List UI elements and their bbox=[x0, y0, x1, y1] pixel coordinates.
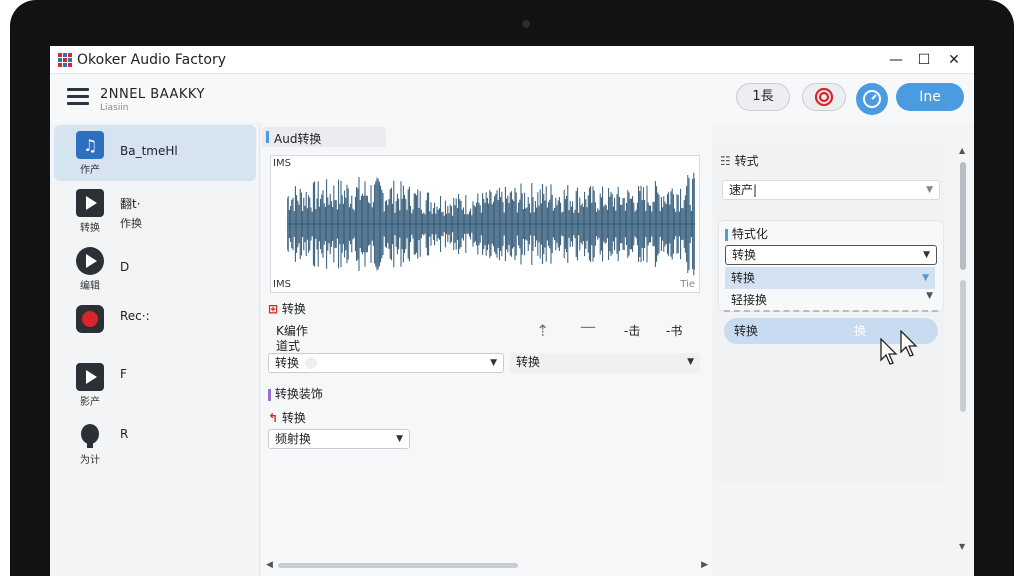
format-dropdown-2[interactable]: 转换 ▼ bbox=[510, 353, 700, 373]
sidebar-item-label: R bbox=[120, 427, 129, 441]
sidebar-item-sub: 转换 bbox=[80, 223, 100, 234]
format-option-3[interactable]: 轻接换 bbox=[731, 291, 767, 308]
format-select[interactable]: 速产| ▼ bbox=[722, 180, 940, 200]
close-button[interactable]: ✕ bbox=[940, 50, 968, 70]
section-header-output: ↰ 转换 bbox=[268, 411, 306, 425]
card-title: 特式化 bbox=[725, 225, 768, 242]
waveform bbox=[287, 172, 695, 276]
gauge-icon bbox=[863, 90, 881, 108]
sidebar-item-sub: 影产 bbox=[80, 397, 100, 408]
section-header-effects: 转换装饰 bbox=[268, 385, 323, 402]
sidebar-item-sub: 作产 bbox=[80, 165, 100, 176]
microphone-icon bbox=[76, 421, 104, 449]
horizontal-scrollbar[interactable]: ◀ ▶ bbox=[262, 558, 712, 572]
sidebar-item-label: D bbox=[120, 260, 130, 274]
sidebar-item-edit[interactable]: 编辑 D bbox=[54, 241, 256, 297]
mouse-cursor-icon bbox=[880, 338, 898, 365]
sidebar-item-file[interactable]: 影产 F bbox=[54, 357, 256, 413]
scroll-thumb[interactable] bbox=[278, 563, 518, 568]
settings-button[interactable] bbox=[856, 83, 888, 115]
sidebar-item-label: Ba_tmeHl bbox=[120, 144, 178, 158]
section-marker bbox=[268, 388, 271, 401]
record-toggle-button[interactable] bbox=[802, 83, 846, 111]
minus-icon[interactable]: — bbox=[580, 317, 596, 336]
svg-text:♫: ♫ bbox=[83, 136, 97, 155]
arrow-icon: ↰ bbox=[268, 411, 279, 425]
maximize-button[interactable]: ☐ bbox=[910, 50, 938, 70]
divider bbox=[724, 310, 938, 314]
sidebar-item-sub: 为计 bbox=[80, 455, 100, 466]
toggle-dot bbox=[305, 357, 317, 369]
upload-icon[interactable]: ⇡ bbox=[536, 321, 549, 340]
music-note-icon: ♫ bbox=[76, 131, 104, 159]
chevron-down-icon: ▼ bbox=[922, 273, 929, 283]
toolbar: 2NNEL BAAKKY Liasiin 1長 Ine bbox=[50, 75, 974, 123]
mouse-cursor-icon bbox=[900, 330, 918, 357]
format-dropdown-1[interactable]: 转换 ▼ bbox=[268, 353, 504, 373]
record-icon bbox=[76, 305, 104, 333]
scroll-right-icon[interactable]: ▶ bbox=[701, 560, 708, 570]
sidebar-item-label-2: 作换 bbox=[120, 217, 142, 230]
format-option-select[interactable]: 转换 ▼ bbox=[725, 245, 937, 265]
scroll-left-icon[interactable]: ◀ bbox=[266, 560, 273, 570]
webcam bbox=[522, 20, 530, 28]
format-label-2: 道式 bbox=[276, 339, 301, 353]
format-option-highlighted[interactable]: 转换 ▼ bbox=[725, 267, 935, 289]
title-bar: Okoker Audio Factory — ☐ ✕ bbox=[50, 46, 974, 74]
sidebar-item-label: F bbox=[120, 367, 127, 381]
output-dropdown[interactable]: 频射换 ▼ bbox=[268, 429, 410, 449]
main-panel: Aud转换 IMS IMS Tie ⊞ 转换 K编作 道式 ⇡ — -击 -书 … bbox=[262, 123, 712, 576]
convert-button-right-label: 换 bbox=[854, 324, 867, 338]
play-icon bbox=[76, 247, 104, 275]
toolbar-button-1[interactable]: 1長 bbox=[736, 83, 790, 111]
sidebar-item-voice[interactable]: 为计 R bbox=[54, 415, 256, 471]
scroll-down-icon[interactable]: ▼ bbox=[959, 542, 965, 551]
scroll-thumb-2[interactable] bbox=[960, 280, 966, 412]
format-options-card: 特式化 转换 ▼ 转换 ▼ 轻接换 ▼ bbox=[718, 220, 944, 312]
waveform-panel[interactable]: IMS IMS Tie bbox=[270, 155, 700, 293]
menu-icon[interactable] bbox=[67, 88, 89, 106]
sidebar-item-label: Rec·: bbox=[120, 309, 150, 323]
sidebar-item-record[interactable]: Rec·: bbox=[54, 299, 256, 355]
vertical-scrollbar[interactable]: ▲ ▼ bbox=[956, 146, 970, 551]
list-icon: ☷ bbox=[720, 154, 731, 168]
project-subtitle: Liasiin bbox=[100, 103, 129, 113]
sidebar: ♫ 作产 Ba_tmeHl 转换 翻t· 作换 编辑 D Rec·: 影产 F … bbox=[50, 123, 260, 576]
minimize-button[interactable]: — bbox=[882, 50, 910, 70]
tool-label-1[interactable]: -击 bbox=[624, 322, 640, 339]
tab-audio-convert[interactable]: Aud转换 bbox=[262, 127, 386, 147]
record-icon bbox=[814, 87, 834, 107]
sidebar-item-music[interactable]: ♫ 作产 Ba_tmeHl bbox=[54, 125, 256, 181]
app-window: Okoker Audio Factory — ☐ ✕ 2NNEL BAAKKY … bbox=[50, 46, 974, 576]
app-title: Okoker Audio Factory bbox=[77, 52, 227, 68]
right-heading: ☷ 转式 bbox=[720, 154, 759, 168]
scroll-up-icon[interactable]: ▲ bbox=[959, 146, 965, 155]
scroll-thumb[interactable] bbox=[960, 162, 966, 270]
sidebar-item-label: 翻t· bbox=[120, 197, 141, 211]
section-header-convert: ⊞ 转换 bbox=[268, 302, 306, 316]
tab-label: Aud转换 bbox=[274, 132, 322, 146]
tool-label-2[interactable]: -书 bbox=[666, 322, 682, 339]
sidebar-item-convert[interactable]: 转换 翻t· 作换 bbox=[54, 183, 256, 239]
convert-icon: ⊞ bbox=[268, 302, 279, 316]
play-icon bbox=[76, 189, 104, 217]
primary-action-button[interactable]: Ine bbox=[896, 83, 964, 111]
app-logo-icon bbox=[58, 53, 72, 67]
right-panel: ☷ 转式 速产| ▼ 特式化 转换 ▼ 转换 ▼ 轻接换 ▼ 转换 换 bbox=[714, 144, 948, 484]
sidebar-item-sub: 编辑 bbox=[80, 281, 100, 292]
project-title: 2NNEL BAAKKY bbox=[100, 87, 205, 102]
play-icon bbox=[76, 363, 104, 391]
chevron-down-icon: ▼ bbox=[926, 291, 933, 301]
